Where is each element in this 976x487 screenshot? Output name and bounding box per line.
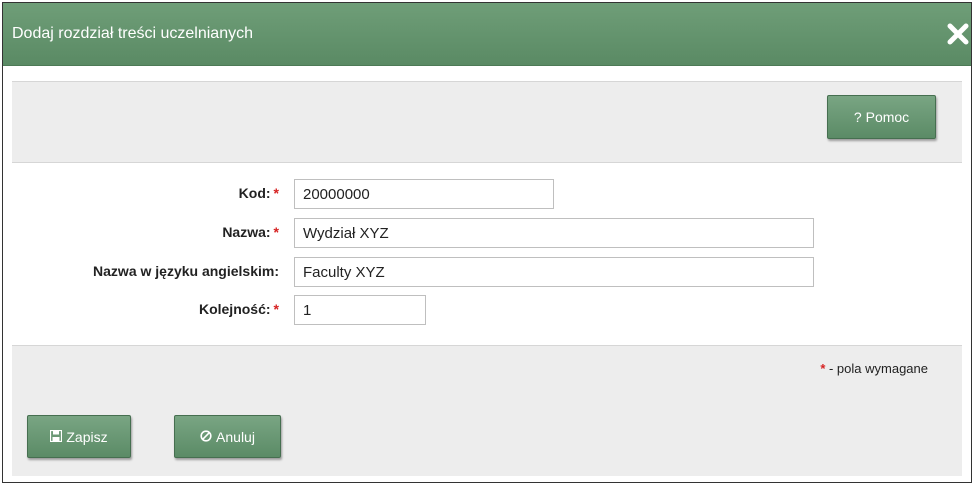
nazwa-label: Nazwa: * bbox=[222, 224, 279, 240]
nazwa-input[interactable] bbox=[294, 218, 814, 248]
help-button-label: Pomoc bbox=[865, 109, 910, 125]
ban-circle-icon bbox=[200, 429, 212, 445]
floppy-disk-icon bbox=[50, 429, 63, 445]
cancel-button[interactable]: Anuluj bbox=[174, 415, 281, 458]
top-toolbar: ? Pomoc bbox=[12, 81, 962, 163]
required-note: * - pola wymagane bbox=[820, 361, 928, 376]
nazwa-en-input[interactable] bbox=[294, 257, 814, 287]
field-row-kod: Kod: * bbox=[12, 179, 962, 209]
field-row-nazwa-en: Nazwa w języku angielskim: bbox=[12, 257, 962, 287]
dialog-titlebar[interactable]: Dodaj rozdział treści uczelnianych bbox=[3, 3, 971, 66]
kolejnosc-label: Kolejność: * bbox=[198, 301, 279, 317]
required-note-bar: * - pola wymagane bbox=[12, 345, 962, 394]
save-button[interactable]: Zapisz bbox=[27, 415, 131, 458]
kolejnosc-input[interactable] bbox=[294, 295, 426, 325]
close-icon[interactable] bbox=[945, 21, 971, 47]
dialog-title: Dodaj rozdział treści uczelnianych bbox=[12, 25, 253, 42]
kod-label: Kod: * bbox=[238, 185, 279, 201]
kod-input[interactable] bbox=[294, 179, 554, 209]
save-button-label: Zapisz bbox=[66, 428, 108, 445]
required-marker: * bbox=[273, 224, 279, 240]
required-marker: * bbox=[273, 185, 279, 201]
cancel-button-label: Anuluj bbox=[216, 428, 255, 445]
dialog-footer: Zapisz Anuluj bbox=[12, 393, 962, 476]
nazwa-en-label: Nazwa w języku angielskim: bbox=[93, 263, 279, 279]
form: Kod:* Nazwa:* Nazwa w języku angielskim:… bbox=[12, 162, 962, 344]
dialog: Dodaj rozdział treści uczelnianych ? Pom… bbox=[2, 2, 972, 483]
question-icon: ? bbox=[853, 109, 862, 125]
field-row-nazwa: Nazwa: * bbox=[12, 218, 962, 248]
help-button[interactable]: ? Pomoc bbox=[827, 95, 936, 139]
required-marker: * bbox=[273, 301, 279, 317]
field-row-kolejnosc: Kolejność: * bbox=[12, 295, 962, 325]
